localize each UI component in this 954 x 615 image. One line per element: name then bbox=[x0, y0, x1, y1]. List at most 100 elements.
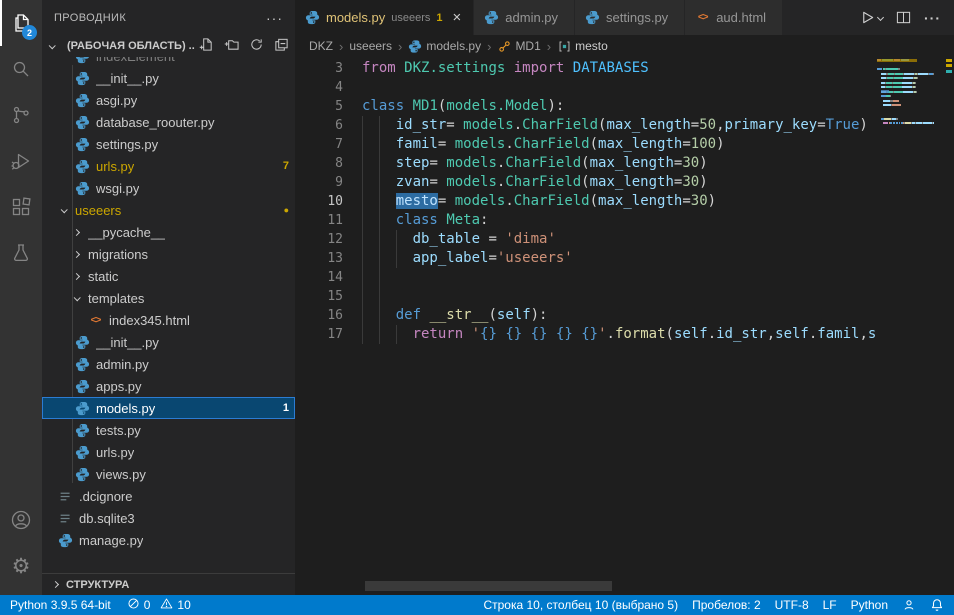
status-language-mode[interactable]: Python bbox=[851, 598, 888, 612]
tree-item-asgi-py[interactable]: asgi.py bbox=[42, 89, 295, 111]
tree-item-index345-html[interactable]: <>index345.html bbox=[42, 309, 295, 331]
tree-item-label: manage.py bbox=[79, 533, 143, 548]
python-file-icon bbox=[484, 10, 499, 25]
tree-item-static[interactable]: static bbox=[42, 265, 295, 287]
tree-item-wsgi-py[interactable]: wsgi.py bbox=[42, 177, 295, 199]
horizontal-scrollbar[interactable] bbox=[365, 581, 612, 591]
source-control-icon[interactable] bbox=[0, 92, 42, 138]
explorer-icon[interactable]: 2 bbox=[0, 0, 42, 46]
tree-item-label: index345.html bbox=[109, 313, 190, 328]
run-dropdown-chevron-icon[interactable] bbox=[877, 14, 884, 21]
more-actions-icon[interactable]: ··· bbox=[924, 10, 941, 26]
run-icon[interactable] bbox=[860, 10, 883, 25]
tree-item-views-py[interactable]: views.py bbox=[42, 463, 295, 485]
line-number: 3 bbox=[295, 59, 343, 78]
tree-item-pycache[interactable]: __pycache__ bbox=[42, 221, 295, 243]
breadcrumb-item-dkz[interactable]: DKZ bbox=[309, 39, 333, 53]
tree-item-manage-py[interactable]: manage.py bbox=[42, 529, 295, 551]
extensions-icon[interactable] bbox=[0, 184, 42, 230]
tab-models-py[interactable]: models.pyuseeers1× bbox=[295, 0, 474, 35]
editor-actions: ··· bbox=[847, 0, 954, 35]
tree-item-useeers[interactable]: useeers● bbox=[42, 199, 295, 221]
tree-item-apps-py[interactable]: apps.py bbox=[42, 375, 295, 397]
close-icon[interactable]: × bbox=[451, 10, 464, 25]
sidebar-more-actions-icon[interactable]: ··· bbox=[266, 10, 283, 26]
tree-item-migrations[interactable]: migrations bbox=[42, 243, 295, 265]
status-indentation[interactable]: Пробелов: 2 bbox=[692, 598, 761, 612]
file-tree: indexElement __init__.py asgi.pydatabase_r… bbox=[42, 57, 295, 552]
collapse-all-icon[interactable] bbox=[274, 37, 289, 55]
run-debug-icon[interactable] bbox=[0, 138, 42, 184]
python-file-icon bbox=[75, 71, 90, 86]
breadcrumb-separator-icon: › bbox=[398, 39, 402, 54]
tree-item-models-py[interactable]: models.py1 bbox=[42, 397, 295, 419]
line-number: 5 bbox=[295, 97, 343, 116]
refresh-icon[interactable] bbox=[249, 37, 264, 55]
chevron-right-icon bbox=[52, 581, 59, 588]
minimap[interactable] bbox=[877, 57, 940, 595]
status-eol[interactable]: LF bbox=[823, 598, 837, 612]
outline-section-header[interactable]: СТРУКТУРА bbox=[42, 573, 295, 595]
python-file-icon bbox=[585, 10, 600, 25]
tree-item-init-py[interactable]: __init__.py bbox=[42, 331, 295, 353]
code-editor[interactable]: 3from DKZ.settings import DATABASES45cla… bbox=[295, 57, 954, 595]
explorer-badge: 2 bbox=[22, 25, 37, 40]
chevron-down-icon bbox=[61, 206, 68, 213]
chevron-down-icon bbox=[49, 42, 56, 49]
tab-settings-py[interactable]: settings.py bbox=[575, 0, 685, 35]
status-python-interpreter[interactable]: Python 3.9.5 64-bit bbox=[10, 598, 111, 612]
code-line-17: 17 return '{} {} {} {} {}'.format(self.i… bbox=[295, 325, 877, 344]
tree-item-admin-py[interactable]: admin.py bbox=[42, 353, 295, 375]
split-editor-icon[interactable] bbox=[896, 10, 911, 25]
status-problems[interactable]: 010 bbox=[127, 597, 191, 613]
tree-item-settings-py[interactable]: settings.py bbox=[42, 133, 295, 155]
line-number: 14 bbox=[295, 268, 343, 287]
tab-label: aud.html bbox=[716, 10, 766, 25]
account-icon[interactable] bbox=[0, 497, 42, 543]
settings-gear-icon[interactable]: ⚙ bbox=[0, 543, 42, 589]
tab-aud-html[interactable]: <>aud.html bbox=[685, 0, 783, 35]
tree-item-label: useeers bbox=[75, 203, 121, 218]
tree-item-indexelement[interactable]: indexElement bbox=[42, 57, 295, 67]
line-number: 6 bbox=[295, 116, 343, 135]
line-number: 9 bbox=[295, 173, 343, 192]
breadcrumb-item-md1[interactable]: MD1 bbox=[497, 39, 540, 53]
tree-item-db-sqlite3[interactable]: db.sqlite3 bbox=[42, 507, 295, 529]
new-file-icon[interactable] bbox=[199, 37, 214, 55]
breadcrumb-item-models-py[interactable]: models.py bbox=[408, 39, 481, 53]
tree-item-init-py[interactable]: __init__.py bbox=[42, 67, 295, 89]
new-folder-icon[interactable] bbox=[224, 37, 239, 55]
status-encoding[interactable]: UTF-8 bbox=[775, 598, 809, 612]
line-number: 12 bbox=[295, 230, 343, 249]
bell-icon[interactable] bbox=[930, 598, 944, 612]
python-file-icon bbox=[75, 467, 90, 482]
tree-item-urls-py[interactable]: urls.py bbox=[42, 441, 295, 463]
list-file-icon bbox=[58, 489, 73, 504]
tree-item-templates[interactable]: templates bbox=[42, 287, 295, 309]
tab-admin-py[interactable]: admin.py bbox=[474, 0, 575, 35]
python-file-icon bbox=[75, 357, 90, 372]
tree-item-tests-py[interactable]: tests.py bbox=[42, 419, 295, 441]
search-icon[interactable] bbox=[0, 46, 42, 92]
status-cursor-position[interactable]: Строка 10, столбец 10 (выбрано 5) bbox=[483, 598, 678, 612]
python-file-icon bbox=[75, 57, 90, 64]
code-line-15: 15 bbox=[295, 287, 877, 306]
tree-item-database-roouter-py[interactable]: database_roouter.py bbox=[42, 111, 295, 133]
breadcrumb-item-useeers[interactable]: useeers bbox=[349, 39, 392, 53]
chevron-right-icon bbox=[73, 272, 80, 279]
code-line-14: 14 bbox=[295, 268, 877, 287]
workspace-section-header[interactable]: (РАБОЧАЯ ОБЛАСТЬ) ... bbox=[42, 35, 295, 57]
tree-item-label: __init__.py bbox=[96, 71, 159, 86]
chevron-right-icon bbox=[73, 228, 80, 235]
python-file-icon bbox=[408, 39, 422, 53]
tree-item-dcignore[interactable]: .dcignore bbox=[42, 485, 295, 507]
python-file-icon bbox=[75, 401, 90, 416]
code-line-10: 10 mesto= models.CharField(max_length=30… bbox=[295, 192, 877, 211]
feedback-icon[interactable] bbox=[902, 598, 916, 612]
breadcrumb-item-mesto[interactable]: mesto bbox=[557, 39, 608, 53]
tree-item-urls-py[interactable]: urls.py7 bbox=[42, 155, 295, 177]
python-file-icon bbox=[58, 533, 73, 548]
testing-icon[interactable] bbox=[0, 230, 42, 276]
sidebar-title: ПРОВОДНИК bbox=[54, 12, 126, 24]
code-line-9: 9 zvan= models.CharField(max_length=30) bbox=[295, 173, 877, 192]
